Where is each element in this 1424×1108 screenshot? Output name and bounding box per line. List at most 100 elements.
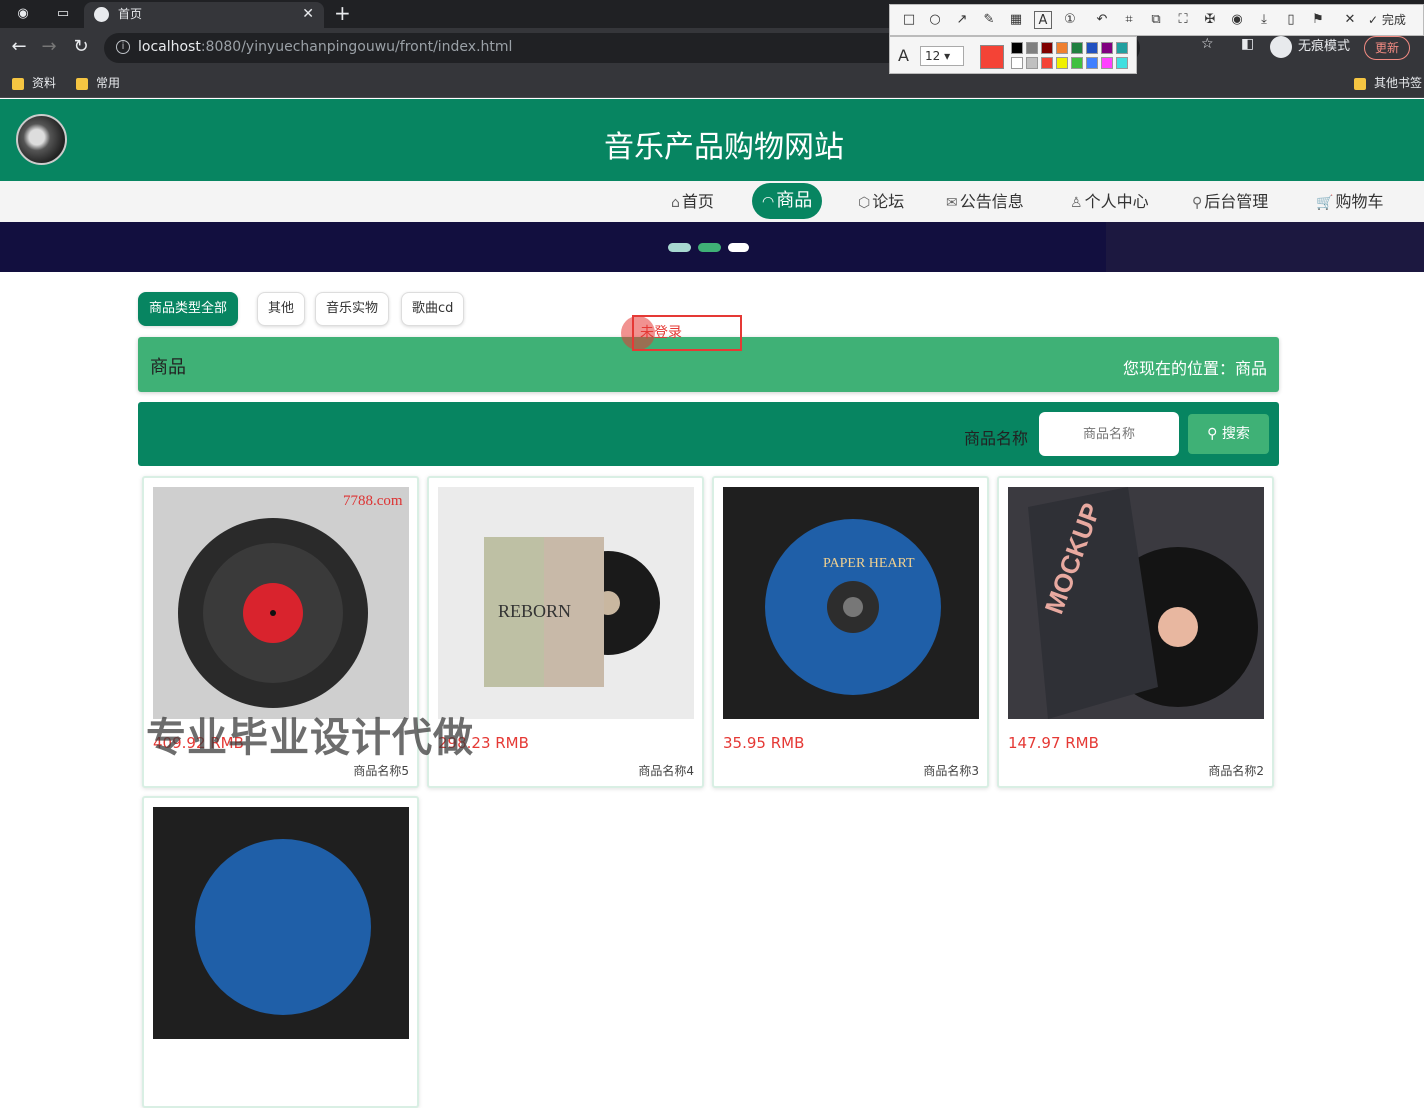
- nav-user-center[interactable]: ♙ 个人中心: [1070, 189, 1149, 215]
- mail-icon: ✉: [946, 195, 958, 211]
- category-other-button[interactable]: 其他: [257, 292, 306, 326]
- color-swatch[interactable]: [1086, 57, 1098, 69]
- other-bookmarks-label: 其他书签: [1374, 76, 1423, 90]
- bookmark-icon[interactable]: ⚑: [1309, 11, 1327, 29]
- product-image[interactable]: PAPER HEART: [723, 487, 979, 719]
- color-swatch[interactable]: [1101, 42, 1113, 54]
- check-icon: ✓: [1368, 13, 1379, 27]
- carousel-banner: [0, 222, 1424, 272]
- product-card[interactable]: MOCKUP 147.97 RMB 商品名称2: [997, 476, 1274, 788]
- product-card[interactable]: [142, 796, 419, 1108]
- rectangle-tool-icon[interactable]: □: [900, 11, 918, 29]
- product-name: 商品名称3: [923, 764, 979, 778]
- color-swatch[interactable]: [1026, 57, 1038, 69]
- color-swatch[interactable]: [1011, 57, 1023, 69]
- other-bookmarks[interactable]: 其他书签: [1354, 74, 1422, 91]
- done-label: 完成: [1381, 13, 1406, 27]
- tab-list-icon[interactable]: ▭: [54, 5, 72, 23]
- search-bar: 商品名称 ⚲ 搜索: [138, 402, 1279, 466]
- carousel-dot[interactable]: [698, 243, 721, 252]
- carousel-dot[interactable]: [728, 243, 749, 252]
- bookmark-label: 常用: [96, 76, 121, 90]
- screenshot-toolbar: □ ○ ↗ ✎ ▦ A ① ↶ ⌗ ⧉ ⛶ ✠ ◉ ⤓ ▯ ⚑ ✕ ✓ 完成: [889, 4, 1424, 36]
- screenshot-text-props: A 12 ▾: [889, 36, 1137, 74]
- nav-announcements[interactable]: ✉ 公告信息: [946, 189, 1024, 215]
- incognito-indicator[interactable]: 无痕模式: [1270, 35, 1350, 58]
- home-icon: ⌂: [671, 195, 680, 211]
- update-button[interactable]: 更新: [1364, 36, 1411, 60]
- nav-label: 公告信息: [959, 192, 1024, 211]
- color-swatch[interactable]: [1101, 57, 1113, 69]
- product-image[interactable]: [153, 807, 409, 1039]
- color-swatch[interactable]: [1071, 42, 1083, 54]
- nav-cart[interactable]: 🛒 购物车: [1316, 189, 1383, 215]
- product-image[interactable]: MOCKUP: [1008, 487, 1264, 719]
- location-text: 您现在的位置：商品: [1122, 359, 1267, 378]
- color-swatch[interactable]: [1041, 57, 1053, 69]
- product-image[interactable]: 7788.com: [153, 487, 409, 719]
- tab-title: 首页: [118, 7, 143, 21]
- bookmark-folder[interactable]: 常用: [76, 74, 120, 91]
- phone-icon[interactable]: ▯: [1282, 11, 1300, 29]
- side-panel-icon[interactable]: ◧: [1241, 36, 1254, 52]
- site-header: 音乐产品购物网站: [0, 99, 1424, 181]
- category-cd-button[interactable]: 歌曲cd: [401, 292, 465, 326]
- nav-products[interactable]: ◠ 商品: [752, 183, 823, 219]
- number-tool-icon[interactable]: ①: [1061, 11, 1079, 29]
- nav-home[interactable]: ⌂ 首页: [671, 189, 714, 215]
- current-color-swatch[interactable]: [980, 45, 1004, 69]
- text-tool-icon[interactable]: A: [1034, 11, 1052, 29]
- color-swatch[interactable]: [1116, 57, 1128, 69]
- cart-icon: 🛒: [1316, 195, 1334, 211]
- color-swatch[interactable]: [1011, 42, 1023, 54]
- cancel-icon[interactable]: ✕: [1341, 11, 1359, 29]
- reload-icon[interactable]: ↻: [70, 36, 92, 58]
- new-tab-button[interactable]: +: [334, 1, 351, 25]
- color-swatch[interactable]: [1026, 42, 1038, 54]
- arrow-tool-icon[interactable]: ↗: [953, 11, 971, 29]
- nav-label: 首页: [681, 192, 714, 211]
- translate-icon[interactable]: ⧉: [1147, 11, 1165, 29]
- carousel-dot[interactable]: [668, 243, 691, 252]
- pen-tool-icon[interactable]: ✎: [980, 11, 998, 29]
- url-path: :8080/yinyuechanpingouwu/front/index.htm…: [200, 39, 513, 55]
- undo-icon[interactable]: ↶: [1093, 11, 1111, 29]
- back-icon[interactable]: ←: [8, 36, 30, 58]
- pin-icon[interactable]: ✠: [1201, 11, 1219, 29]
- crop-icon[interactable]: ⌗: [1120, 11, 1138, 29]
- ellipse-tool-icon[interactable]: ○: [926, 11, 944, 29]
- forward-icon[interactable]: →: [38, 36, 60, 58]
- scan-icon[interactable]: ⛶: [1174, 11, 1192, 29]
- category-all-button[interactable]: 商品类型全部: [138, 292, 239, 326]
- done-button[interactable]: ✓ 完成: [1368, 11, 1406, 28]
- nav-admin[interactable]: ⚲ 后台管理: [1192, 189, 1268, 215]
- folder-icon: [12, 77, 24, 90]
- search-button[interactable]: ⚲ 搜索: [1188, 414, 1269, 454]
- bookmark-folder[interactable]: 资料: [12, 74, 56, 91]
- mosaic-tool-icon[interactable]: ▦: [1007, 11, 1025, 29]
- font-size-select[interactable]: 12 ▾: [920, 46, 964, 66]
- category-physical-button[interactable]: 音乐实物: [315, 292, 390, 326]
- color-swatch[interactable]: [1086, 42, 1098, 54]
- site-info-icon[interactable]: i: [116, 40, 130, 54]
- browser-tab[interactable]: 首页 ✕: [84, 2, 324, 28]
- close-tab-icon[interactable]: ✕: [302, 2, 314, 26]
- color-swatch[interactable]: [1056, 57, 1068, 69]
- product-image[interactable]: REBORN: [438, 487, 694, 719]
- nav-forum[interactable]: ⬡ 论坛: [858, 189, 904, 215]
- search-input[interactable]: [1039, 412, 1179, 456]
- color-swatch[interactable]: [1116, 42, 1128, 54]
- download-icon[interactable]: ⤓: [1255, 11, 1273, 29]
- watermark-text: 专业毕业设计代做: [146, 715, 474, 761]
- product-card[interactable]: PAPER HEART 35.95 RMB 商品名称3: [712, 476, 989, 788]
- bookmark-label: 资料: [32, 76, 57, 90]
- color-swatch[interactable]: [1041, 42, 1053, 54]
- record-icon[interactable]: ◉: [1228, 11, 1246, 29]
- incognito-icon: [1270, 35, 1292, 58]
- bookmark-star-icon[interactable]: ☆: [1201, 36, 1214, 52]
- globe-icon: [94, 7, 109, 22]
- section-title: 商品: [150, 357, 186, 378]
- color-swatch[interactable]: [1056, 42, 1068, 54]
- browser-menu-icon[interactable]: ◉: [14, 5, 32, 23]
- color-swatch[interactable]: [1071, 57, 1083, 69]
